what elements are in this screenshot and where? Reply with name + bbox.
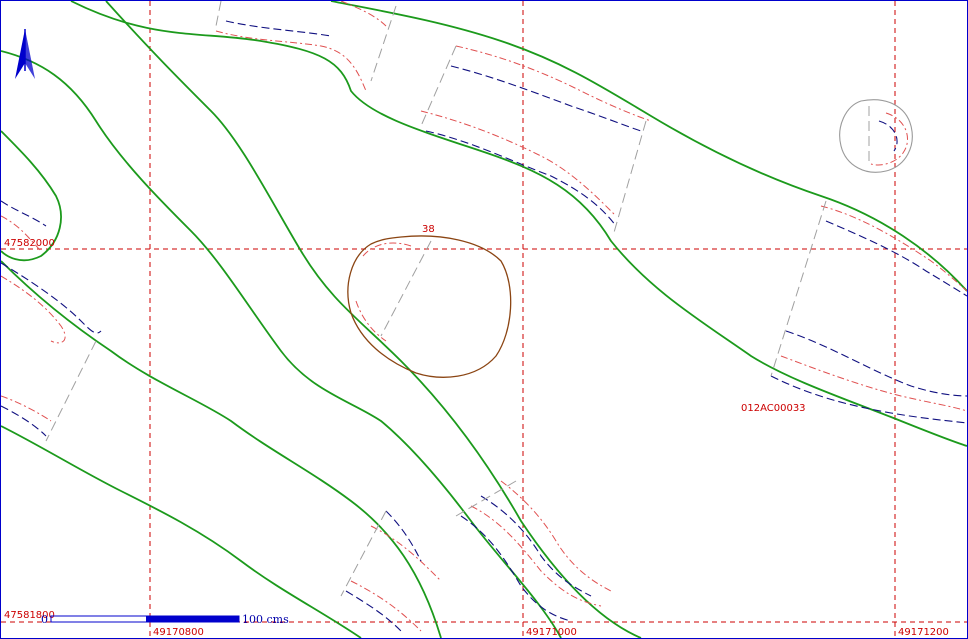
contour-line <box>1 262 102 334</box>
contour-line <box>870 112 908 166</box>
road-edge-line <box>1 425 362 638</box>
pit-outline <box>347 235 512 378</box>
section-line <box>370 5 397 82</box>
contour-line <box>450 65 642 132</box>
coord-label-x-right: 49171200 <box>898 627 949 638</box>
coord-label-x-left: 49170800 <box>153 627 204 638</box>
scale-bar: 0 100 cms <box>41 613 289 626</box>
contour-line <box>500 480 612 592</box>
contour-line <box>455 45 652 122</box>
contour-line <box>225 20 332 37</box>
contour-line <box>780 355 967 412</box>
coord-label-y-upper: 47582000 <box>4 238 55 249</box>
section-line <box>612 120 647 237</box>
section-lines <box>45 1 827 597</box>
pit-feature <box>347 99 913 378</box>
contour-line <box>1 395 52 422</box>
road-edge-line <box>1 50 562 638</box>
contour-line <box>1 200 47 227</box>
contour-line <box>345 590 402 632</box>
contour-line <box>770 375 967 424</box>
map-canvas[interactable]: 47582000 47581800 49170800 49171000 4917… <box>0 0 968 639</box>
feature-code-label: 012AC00033 <box>741 403 806 414</box>
scale-bar-fill <box>146 616 239 622</box>
section-line <box>380 240 432 337</box>
coordinate-grid <box>1 1 967 638</box>
section-line <box>340 510 387 597</box>
contour-line <box>350 580 422 632</box>
road-edge-line <box>1 260 442 638</box>
map-drawing: 47582000 47581800 49170800 49171000 4917… <box>1 1 967 638</box>
scale-bar-length-label: 100 cms <box>242 613 289 626</box>
section-line <box>770 200 827 377</box>
contours-blue <box>1 20 967 632</box>
section-line <box>420 45 457 127</box>
contour-line <box>460 515 572 622</box>
contour-line <box>480 495 592 597</box>
pit-gray-outline <box>839 99 913 173</box>
scale-bar-zero-label: 0 <box>41 613 48 626</box>
road-edge-line <box>330 1 967 292</box>
section-line <box>45 340 97 442</box>
contour-line <box>1 405 47 437</box>
feature-number-label: 38 <box>422 224 435 235</box>
section-line <box>215 1 222 27</box>
contour-line <box>425 130 617 227</box>
coord-label-x-mid: 49171000 <box>526 627 577 638</box>
contour-line <box>385 510 422 562</box>
road-edges <box>1 1 967 638</box>
contour-line <box>215 30 367 92</box>
road-edge-line <box>105 1 642 638</box>
north-arrow-icon <box>15 29 35 79</box>
contour-line <box>878 120 898 152</box>
